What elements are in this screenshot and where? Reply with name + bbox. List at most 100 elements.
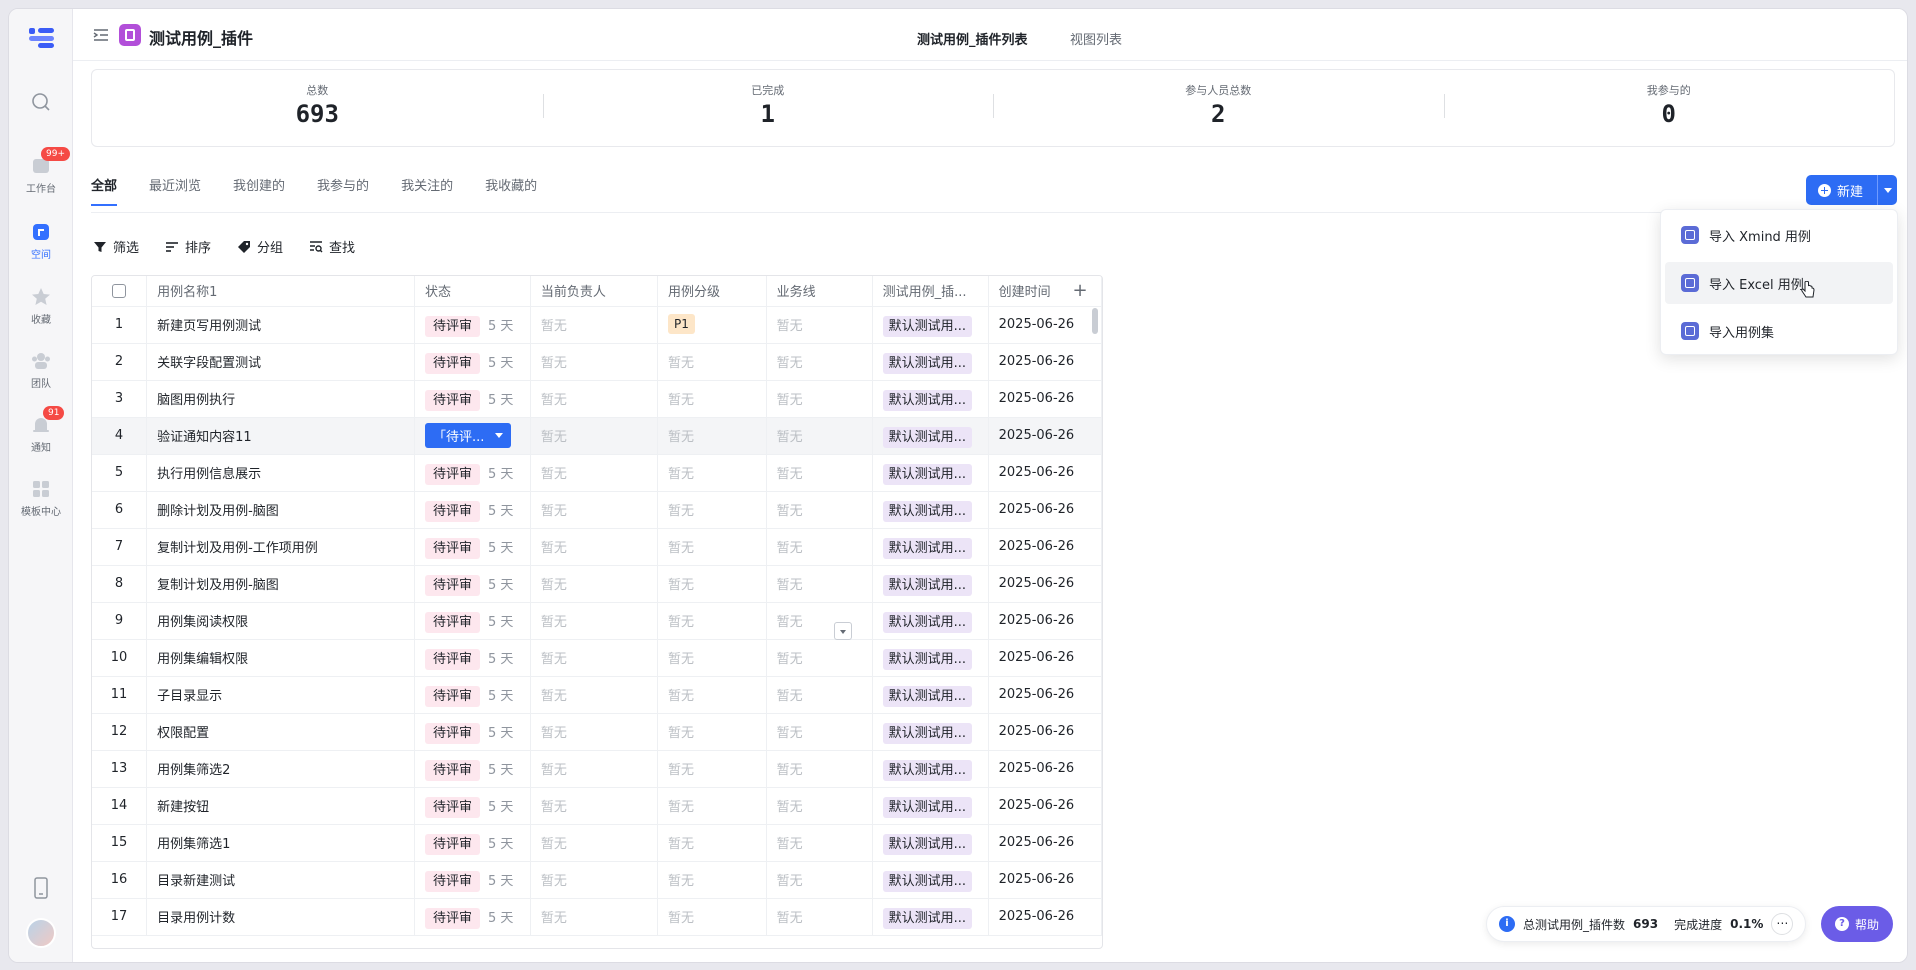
grade-cell[interactable]: 暂无: [657, 528, 767, 566]
grade-cell[interactable]: 暂无: [657, 565, 767, 603]
mobile-icon[interactable]: [32, 877, 50, 899]
status-cell[interactable]: 待评审 5 天: [414, 898, 531, 936]
business-line-cell[interactable]: 暂无: [766, 528, 873, 566]
business-line-cell[interactable]: 暂无: [766, 602, 873, 640]
add-column-button[interactable]: +: [1056, 276, 1102, 306]
owner-cell[interactable]: 暂无: [530, 306, 659, 344]
status-cell[interactable]: 待评审 5 天: [414, 713, 531, 751]
status-cell[interactable]: 待评审 5 天: [414, 639, 531, 677]
status-cell[interactable]: 待评审 5 天: [414, 602, 531, 640]
owner-cell[interactable]: 暂无: [530, 676, 659, 714]
owner-cell[interactable]: 暂无: [530, 417, 659, 455]
status-cell[interactable]: 待评审 5 天: [414, 491, 531, 529]
sidebar-toggle-icon[interactable]: [93, 28, 109, 42]
import-case-set-item[interactable]: 导入用例集: [1665, 310, 1893, 352]
status-cell[interactable]: 待评审 5 天: [414, 454, 531, 492]
cell-dropdown-icon[interactable]: [834, 622, 852, 640]
table-row[interactable]: 2 关联字段配置测试 待评审 5 天 暂无 暂无 暂无 默认测试用... 2025-06-26: [92, 343, 1102, 381]
business-line-cell[interactable]: 暂无: [766, 565, 873, 603]
owner-cell[interactable]: 暂无: [530, 343, 659, 381]
business-line-cell[interactable]: 暂无: [766, 898, 873, 936]
owner-cell[interactable]: 暂无: [530, 565, 659, 603]
case-set-cell[interactable]: 默认测试用...: [872, 676, 989, 714]
rail-notifications[interactable]: 通知 91: [9, 406, 73, 454]
table-row[interactable]: 17 目录用例计数 待评审 5 天 暂无 暂无 暂无 默认测试用... 2025-06-26: [92, 898, 1102, 936]
owner-cell[interactable]: 暂无: [530, 380, 659, 418]
case-set-cell[interactable]: 默认测试用...: [872, 861, 989, 899]
case-name-cell[interactable]: 新建按钮: [146, 787, 415, 825]
table-row[interactable]: 16 目录新建测试 待评审 5 天 暂无 暂无 暂无 默认测试用... 2025-06-26: [92, 861, 1102, 899]
case-name-cell[interactable]: 用例集阅读权限: [146, 602, 415, 640]
status-cell[interactable]: 待评审 5 天: [414, 343, 531, 381]
case-name-cell[interactable]: 目录用例计数: [146, 898, 415, 936]
case-name-cell[interactable]: 脑图用例执行: [146, 380, 415, 418]
business-line-cell[interactable]: 暂无: [766, 306, 873, 344]
case-set-cell[interactable]: 默认测试用...: [872, 454, 989, 492]
grade-cell[interactable]: 暂无: [657, 676, 767, 714]
view-tab-created[interactable]: 我创建的: [233, 175, 285, 206]
case-set-cell[interactable]: 默认测试用...: [872, 898, 989, 936]
tab-view-list[interactable]: 视图列表: [1070, 29, 1122, 48]
case-set-cell[interactable]: 默认测试用...: [872, 380, 989, 418]
status-cell[interactable]: 待评审 5 天: [414, 528, 531, 566]
owner-cell[interactable]: 暂无: [530, 824, 659, 862]
table-row[interactable]: 11 子目录显示 待评审 5 天 暂无 暂无 暂无 默认测试用... 2025-06-26: [92, 676, 1102, 714]
business-line-cell[interactable]: 暂无: [766, 639, 873, 677]
owner-cell[interactable]: 暂无: [530, 750, 659, 788]
case-set-cell[interactable]: 默认测试用...: [872, 417, 989, 455]
owner-cell[interactable]: 暂无: [530, 602, 659, 640]
case-name-cell[interactable]: 用例集筛选2: [146, 750, 415, 788]
table-row[interactable]: 13 用例集筛选2 待评审 5 天 暂无 暂无 暂无 默认测试用... 2025-06-26: [92, 750, 1102, 788]
table-row[interactable]: 4 验证通知内容11 「待评... 暂无 暂无 暂无 默认测试用... 2025-06-26: [92, 417, 1102, 455]
table-row[interactable]: 3 脑图用例执行 待评审 5 天 暂无 暂无 暂无 默认测试用... 2025-06-26: [92, 380, 1102, 418]
tab-plugin-list[interactable]: 测试用例_插件列表: [917, 29, 1028, 48]
business-line-cell[interactable]: 暂无: [766, 491, 873, 529]
table-row[interactable]: 10 用例集编辑权限 待评审 5 天 暂无 暂无 暂无 默认测试用... 2025-06-26: [92, 639, 1102, 677]
filter-button[interactable]: 筛选: [93, 237, 139, 256]
case-name-cell[interactable]: 用例集编辑权限: [146, 639, 415, 677]
case-name-cell[interactable]: 目录新建测试: [146, 861, 415, 899]
grade-cell[interactable]: 暂无: [657, 343, 767, 381]
rail-workbench[interactable]: 工作台 99+: [9, 147, 73, 195]
grade-cell[interactable]: 暂无: [657, 787, 767, 825]
table-row[interactable]: 14 新建按钮 待评审 5 天 暂无 暂无 暂无 默认测试用... 2025-06-26: [92, 787, 1102, 825]
avatar[interactable]: [26, 918, 56, 948]
status-cell[interactable]: 待评审 5 天: [414, 306, 531, 344]
business-line-cell[interactable]: 暂无: [766, 787, 873, 825]
case-set-cell[interactable]: 默认测试用...: [872, 602, 989, 640]
case-set-cell[interactable]: 默认测试用...: [872, 491, 989, 529]
business-line-cell[interactable]: 暂无: [766, 676, 873, 714]
grade-cell[interactable]: 暂无: [657, 454, 767, 492]
case-name-cell[interactable]: 删除计划及用例-脑图: [146, 491, 415, 529]
case-set-cell[interactable]: 默认测试用...: [872, 750, 989, 788]
status-cell[interactable]: 待评审 5 天: [414, 676, 531, 714]
owner-cell[interactable]: 暂无: [530, 528, 659, 566]
status-cell[interactable]: 待评审 5 天: [414, 787, 531, 825]
status-select[interactable]: 「待评...: [424, 423, 511, 448]
status-cell[interactable]: 待评审 5 天: [414, 565, 531, 603]
business-line-cell[interactable]: 暂无: [766, 824, 873, 862]
table-row[interactable]: 8 复制计划及用例-脑图 待评审 5 天 暂无 暂无 暂无 默认测试用... 2025-06-2…: [92, 565, 1102, 603]
rail-search[interactable]: [9, 91, 73, 116]
group-button[interactable]: 分组: [237, 237, 283, 256]
table-row[interactable]: 5 执行用例信息展示 待评审 5 天 暂无 暂无 暂无 默认测试用... 2025-06-26: [92, 454, 1102, 492]
owner-cell[interactable]: 暂无: [530, 713, 659, 751]
new-button-dropdown[interactable]: [1877, 175, 1898, 205]
sort-button[interactable]: 排序: [165, 237, 211, 256]
more-icon[interactable]: ⋯: [1771, 913, 1794, 935]
grade-cell[interactable]: 暂无: [657, 750, 767, 788]
business-line-cell[interactable]: 暂无: [766, 454, 873, 492]
business-line-cell[interactable]: 暂无: [766, 713, 873, 751]
column-header-name[interactable]: 用例名称1: [146, 276, 415, 307]
case-set-cell[interactable]: 默认测试用...: [872, 824, 989, 862]
column-header-case-set[interactable]: 测试用例_插...: [872, 276, 989, 307]
owner-cell[interactable]: 暂无: [530, 491, 659, 529]
business-line-cell[interactable]: 暂无: [766, 343, 873, 381]
select-all-checkbox[interactable]: [112, 283, 127, 298]
case-name-cell[interactable]: 验证通知内容11: [146, 417, 415, 455]
case-name-cell[interactable]: 权限配置: [146, 713, 415, 751]
table-row[interactable]: 15 用例集筛选1 待评审 5 天 暂无 暂无 暂无 默认测试用... 2025-06-26: [92, 824, 1102, 862]
owner-cell[interactable]: 暂无: [530, 454, 659, 492]
case-name-cell[interactable]: 复制计划及用例-脑图: [146, 565, 415, 603]
case-name-cell[interactable]: 用例集筛选1: [146, 824, 415, 862]
